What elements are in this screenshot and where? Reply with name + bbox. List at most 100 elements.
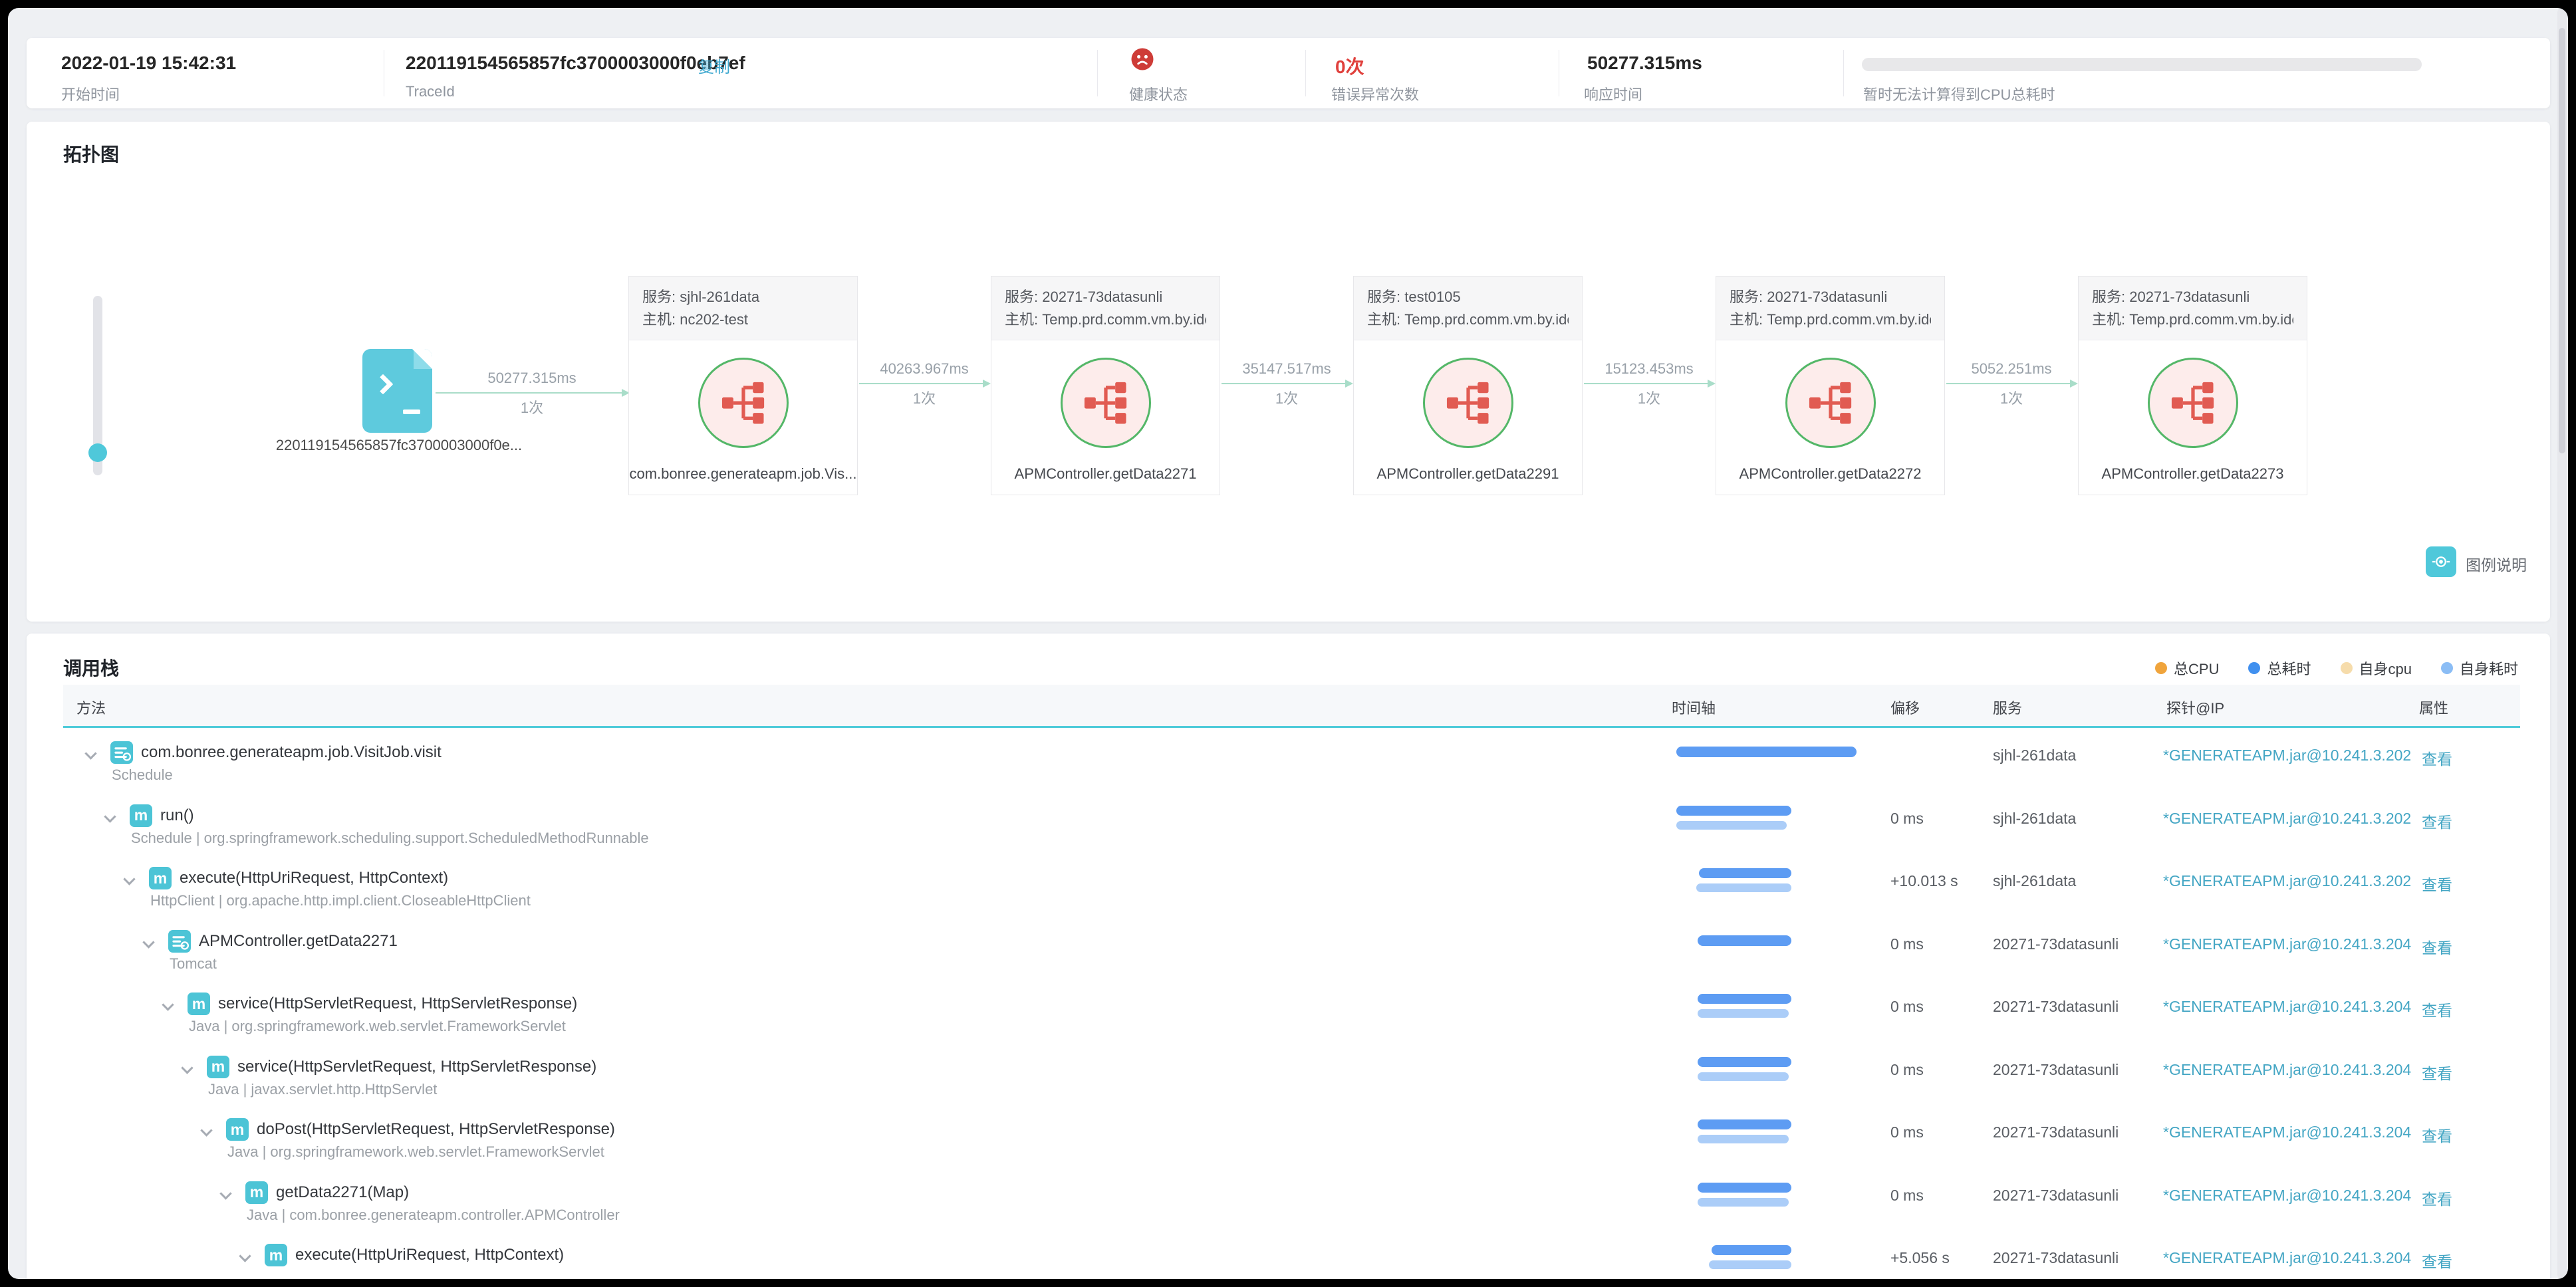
probe-link[interactable]: *GENERATEAPM.jar@10.241.3.202 (2163, 747, 2411, 764)
duration-bar (1712, 1245, 1791, 1255)
self-duration-bar (1698, 1135, 1789, 1143)
self-duration-bar (1698, 1009, 1789, 1018)
offset-value: +10.013 s (1890, 872, 1958, 889)
service-value: 20271-73datasunli (1993, 1060, 2119, 1078)
node-service: 服务: 20271-73datasunli (1730, 289, 1888, 305)
response-time-label: 响应时间 (1584, 86, 1643, 103)
service-node-card[interactable]: 服务: 20271-73datasunli 主机: Temp.prd.comm.… (1716, 276, 1945, 495)
callstack-row[interactable]: m execute(HttpUriRequest, HttpContext) +… (63, 1230, 2520, 1279)
method-name: execute(HttpUriRequest, HttpContext) (180, 869, 449, 887)
page-scrollbar-thumb[interactable] (2559, 28, 2565, 453)
legend-label: 总CPU (2174, 661, 2220, 677)
probe-link[interactable]: *GENERATEAPM.jar@10.241.3.202 (2163, 810, 2411, 828)
view-link[interactable]: 查看 (2422, 1187, 2452, 1209)
trace-id-value: 220119154565857fc3700003000f0eb7ef (406, 53, 745, 73)
legend-item: 自身cpu (2340, 657, 2412, 679)
self-duration-bar (1676, 820, 1787, 830)
callstack-row[interactable]: m getData2271(Map) Java | com.bonree.gen… (63, 1168, 2520, 1231)
page-scrollbar[interactable] (2557, 8, 2567, 1279)
service-node-card[interactable]: 服务: 20271-73datasunli 主机: Temp.prd.comm.… (2078, 276, 2307, 495)
chevron-down-icon[interactable] (162, 998, 174, 1011)
view-link[interactable]: 查看 (2422, 810, 2452, 832)
callstack-row[interactable]: m service(HttpServletRequest, HttpServle… (63, 1042, 2520, 1106)
chevron-down-icon[interactable] (142, 935, 155, 949)
service-node-card[interactable]: 服务: 20271-73datasunli 主机: Temp.prd.comm.… (991, 276, 1220, 495)
probe-link[interactable]: *GENERATEAPM.jar@10.241.3.204 (2163, 935, 2411, 953)
view-link[interactable]: 查看 (2422, 935, 2452, 958)
chevron-down-icon[interactable] (123, 873, 136, 885)
callstack-title: 调用栈 (63, 658, 120, 679)
legend-item: 总CPU (2155, 657, 2219, 679)
job-icon (168, 929, 191, 953)
method-name: execute(HttpUriRequest, HttpContext) (295, 1246, 565, 1264)
topology-panel: 拓扑图 220119154565857fc3700003000f0e... 50… (27, 122, 2550, 622)
method-name: doPost(HttpServletRequest, HttpServletRe… (257, 1120, 615, 1138)
self-duration-bar (1698, 1072, 1789, 1081)
chevron-down-icon[interactable] (239, 1250, 251, 1262)
self-duration-bar (1698, 1197, 1789, 1207)
view-link[interactable]: 查看 (2422, 872, 2452, 895)
callstack-row[interactable]: m execute(HttpUriRequest, HttpContext) H… (63, 854, 2520, 917)
chevron-down-icon[interactable] (200, 1124, 213, 1137)
method-subtitle: Java | com.bonree.generateapm.controller… (247, 1206, 620, 1223)
method-icon: m (130, 804, 152, 827)
node-host: 主机: Temp.prd.comm.vm.by.idc.b... (1367, 311, 1569, 328)
method-name: APMController.getData2271 (199, 931, 398, 950)
probe-link[interactable]: *GENERATEAPM.jar@10.241.3.204 (2163, 1249, 2411, 1267)
view-link[interactable]: 查看 (2422, 998, 2452, 1020)
callstack-row[interactable]: com.bonree.generateapm.job.VisitJob.visi… (63, 728, 2520, 791)
callstack-row[interactable]: m run() Schedule | org.springframework.s… (63, 791, 2520, 854)
fold-corner (412, 349, 432, 369)
view-link[interactable]: 查看 (2422, 1123, 2452, 1146)
probe-link[interactable]: *GENERATEAPM.jar@10.241.3.204 (2163, 1187, 2411, 1205)
method-icon: m (207, 1055, 229, 1078)
copy-trace-id-link[interactable]: 复制 (698, 54, 730, 77)
probe-link[interactable]: *GENERATEAPM.jar@10.241.3.204 (2163, 1061, 2411, 1079)
chevron-down-icon[interactable] (84, 747, 97, 760)
sitemap-node-icon[interactable] (1785, 358, 1876, 448)
node-endpoint-label: APMController.getData2273 (2101, 465, 2284, 482)
service-node-card[interactable]: 服务: test0105 主机: Temp.prd.comm.vm.by.idc… (1353, 276, 1583, 495)
callstack-row[interactable]: m doPost(HttpServletRequest, HttpServlet… (63, 1105, 2520, 1168)
column-offset: 偏移 (1890, 700, 1920, 717)
chevron-down-icon[interactable] (219, 1187, 232, 1200)
chevron-down-icon[interactable] (181, 1061, 193, 1074)
offset-value: 0 ms (1890, 1123, 1924, 1141)
column-method: 方法 (76, 700, 106, 717)
legend-help-button[interactable] (2426, 546, 2456, 577)
health-sad-face-icon (1130, 47, 1154, 71)
method-subtitle: Tomcat (170, 955, 217, 972)
sitemap-node-icon[interactable] (2147, 358, 2238, 448)
root-trace-node-icon[interactable] (362, 349, 432, 433)
legend-help-label[interactable]: 图例说明 (2466, 552, 2527, 575)
zoom-slider[interactable] (88, 296, 107, 475)
callstack-row[interactable]: m service(HttpServletRequest, HttpServle… (63, 979, 2520, 1042)
duration-bar (1676, 805, 1791, 816)
response-time-value: 50277.315ms (1587, 53, 1702, 73)
method-icon: m (265, 1244, 287, 1266)
probe-link[interactable]: *GENERATEAPM.jar@10.241.3.204 (2163, 998, 2411, 1016)
node-service: 服务: test0105 (1367, 289, 1461, 305)
sitemap-node-icon[interactable] (1422, 358, 1513, 448)
service-node-card[interactable]: 服务: sjhl-261data 主机: nc202-test com.bonr… (628, 276, 858, 495)
edge-arrow (859, 380, 991, 388)
error-count-label: 错误异常次数 (1331, 86, 1420, 103)
probe-link[interactable]: *GENERATEAPM.jar@10.241.3.202 (2163, 872, 2411, 890)
view-link[interactable]: 查看 (2422, 747, 2452, 769)
edge-duration: 5052.251ms (1971, 360, 2052, 377)
zoom-slider-thumb[interactable] (88, 443, 107, 462)
probe-link[interactable]: *GENERATEAPM.jar@10.241.3.204 (2163, 1123, 2411, 1141)
node-header: 服务: test0105 主机: Temp.prd.comm.vm.by.idc… (1354, 277, 1582, 340)
sitemap-node-icon[interactable] (698, 358, 789, 448)
divider (1305, 50, 1306, 96)
view-link[interactable]: 查看 (2422, 1061, 2452, 1084)
callstack-row[interactable]: APMController.getData2271 Tomcat 0 ms 20… (63, 917, 2520, 980)
sitemap-node-icon[interactable] (1060, 358, 1151, 448)
service-value: 20271-73datasunli (1993, 998, 2119, 1015)
view-link[interactable]: 查看 (2422, 1249, 2452, 1272)
chevron-down-icon[interactable] (104, 810, 116, 823)
legend-item: 总耗时 (2248, 657, 2311, 679)
callstack-panel: 调用栈 总CPU 总耗时 自身cpu 自身耗时 方法 时间轴 偏移 服务 探针@… (27, 634, 2550, 1279)
node-endpoint-label: APMController.getData2272 (1739, 465, 1922, 482)
edge-duration: 40263.967ms (880, 360, 969, 377)
